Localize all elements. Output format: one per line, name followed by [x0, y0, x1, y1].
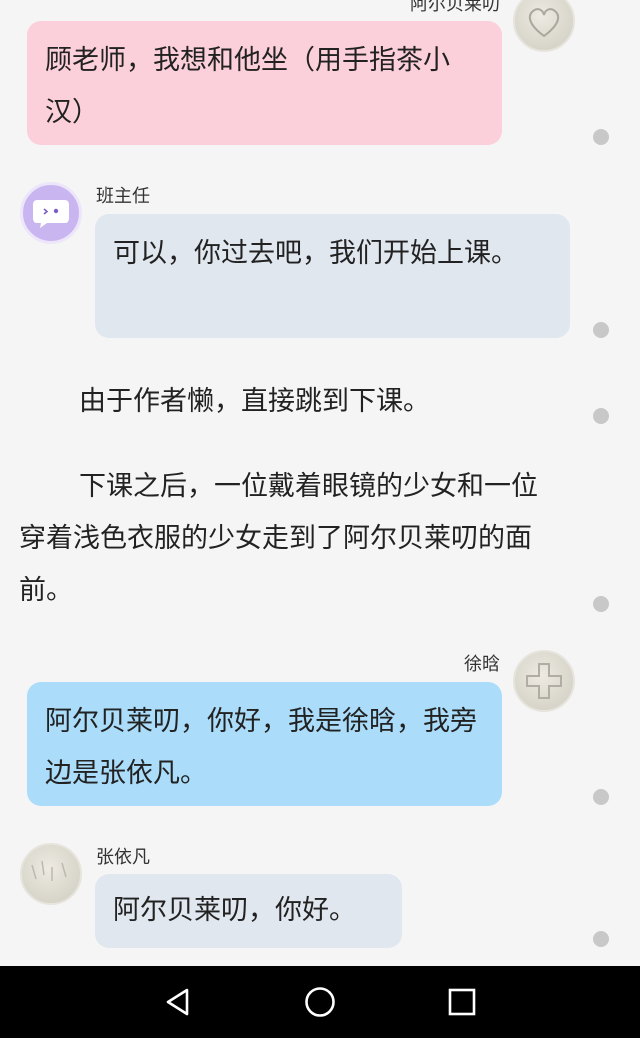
narration-text-1: 由于作者懒，直接跳到下课。 — [79, 386, 430, 417]
status-dot-1 — [593, 129, 609, 145]
heart-sketch-icon — [528, 8, 560, 38]
sender-name-zhangyifan: 张依凡 — [96, 847, 150, 868]
paper-sketch-icon — [31, 860, 67, 881]
status-dot-3 — [593, 408, 609, 424]
avatar-teacher[interactable] — [20, 182, 82, 244]
message-bubble-3[interactable]: 阿尔贝莱叨，你好，我是徐晗，我旁边是张依凡。 — [27, 682, 502, 806]
cross-sketch-icon — [526, 663, 562, 699]
chat-face-icon — [33, 200, 69, 228]
message-bubble-2[interactable]: 可以，你过去吧，我们开始上课。 — [95, 214, 570, 338]
sender-name-xuhan: 徐晗 — [464, 654, 500, 675]
circle-home-icon — [305, 987, 335, 1017]
sender-name-aerbeilaidao: 阿尔贝莱叨 — [410, 0, 500, 15]
message-bubble-4[interactable]: 阿尔贝莱叨，你好。 — [95, 874, 402, 948]
sender-name-teacher: 班主任 — [96, 186, 150, 207]
narration-paragraph-2: 下课之后，一位戴着眼镜的少女和一位穿着浅色衣服的少女走到了阿尔贝莱叨的面前。 — [19, 461, 564, 617]
avatar-cross[interactable] — [513, 650, 575, 712]
navigation-bar — [0, 966, 640, 1038]
back-button[interactable] — [156, 980, 200, 1024]
status-dot-2 — [593, 322, 609, 338]
recents-button[interactable] — [440, 980, 484, 1024]
narration-paragraph-1: 由于作者懒，直接跳到下课。 — [19, 376, 579, 428]
triangle-back-icon — [166, 988, 189, 1016]
square-recents-icon — [448, 988, 476, 1016]
status-dot-6 — [593, 931, 609, 947]
avatar-zhangyifan[interactable] — [20, 843, 82, 905]
status-dot-4 — [593, 596, 609, 612]
narration-text-2: 下课之后，一位戴着眼镜的少女和一位穿着浅色衣服的少女走到了阿尔贝莱叨的面前。 — [19, 471, 538, 606]
status-dot-5 — [593, 789, 609, 805]
message-bubble-1[interactable]: 顾老师，我想和他坐（用手指茶小汉） — [27, 21, 502, 145]
home-button[interactable] — [298, 980, 342, 1024]
avatar-heart[interactable] — [513, 0, 575, 52]
